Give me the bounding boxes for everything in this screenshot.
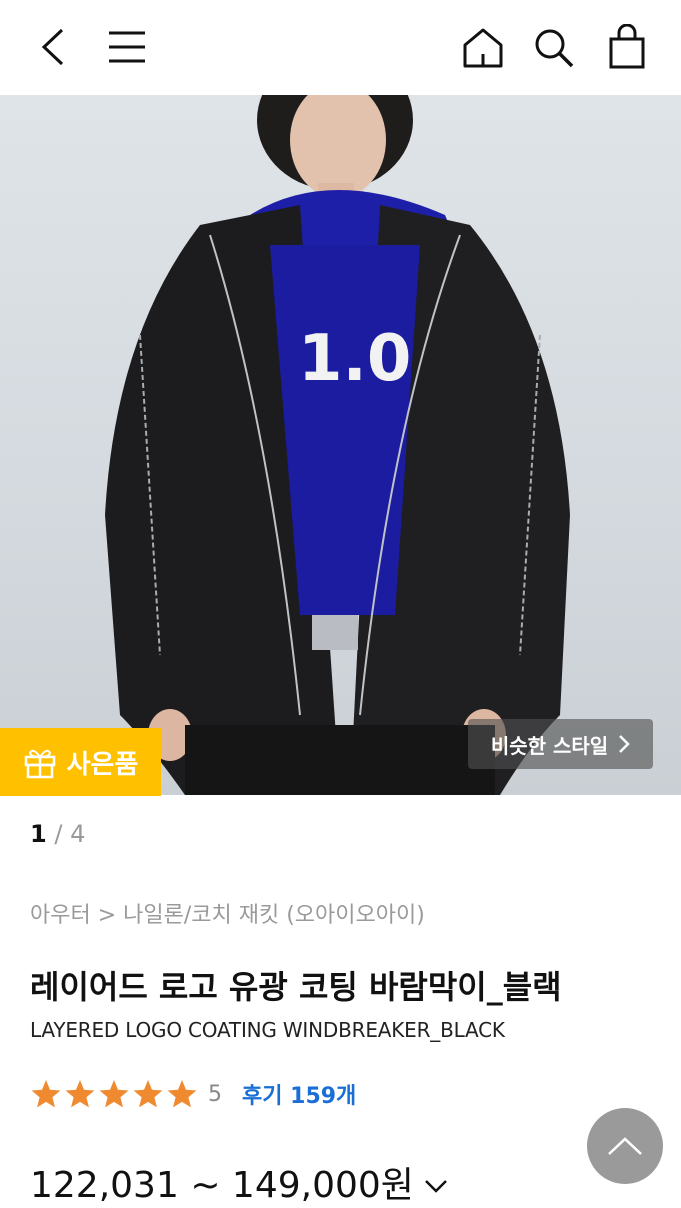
gift-icon <box>24 749 55 779</box>
pager-separator: / <box>54 820 63 848</box>
price-range-toggle[interactable]: 122,031 ~ 149,000원 <box>30 1156 448 1208</box>
product-title-korean: 레이어드 로고 유광 코팅 바람막이_블랙 <box>30 968 562 1006</box>
top-navigation-bar <box>0 0 681 95</box>
star-icon <box>133 1080 163 1108</box>
product-title-english: LAYERED LOGO COATING WINDBREAKER_BLACK <box>30 1018 505 1042</box>
gift-badge[interactable]: 사은품 <box>0 728 161 796</box>
chevron-up-icon <box>608 1137 642 1155</box>
back-icon[interactable] <box>38 27 68 67</box>
price-range: 122,031 ~ 149,000원 <box>30 1165 414 1206</box>
rating-row: 5 후기 159개 <box>30 1076 356 1112</box>
category-breadcrumb[interactable]: 아우터 > 나일론/코치 재킷 (오아이오아이) <box>30 897 425 929</box>
star-icon <box>31 1080 61 1108</box>
chevron-down-icon <box>425 1180 447 1193</box>
chevron-right-icon <box>619 735 630 753</box>
similar-style-label: 비슷한 스타일 <box>490 733 609 758</box>
product-photo-illustration: 1.0 <box>105 95 570 795</box>
menu-icon[interactable] <box>107 30 147 64</box>
rating-value: 5 <box>208 1081 222 1107</box>
star-rating <box>30 1078 198 1110</box>
cart-icon[interactable] <box>608 24 646 70</box>
svg-text:1.0: 1.0 <box>298 322 411 396</box>
image-pager: 1 / 4 <box>30 820 85 848</box>
star-icon <box>99 1080 129 1108</box>
scroll-to-top-button[interactable] <box>587 1108 663 1184</box>
review-count-link[interactable]: 후기 159개 <box>242 1078 356 1110</box>
search-icon[interactable] <box>533 27 575 69</box>
star-icon <box>65 1080 95 1108</box>
similar-style-button[interactable]: 비슷한 스타일 <box>468 719 653 769</box>
pager-current: 1 <box>30 820 47 848</box>
star-icon <box>167 1080 197 1108</box>
product-image[interactable]: 1.0 <box>0 95 681 795</box>
pager-total: 4 <box>70 820 86 848</box>
home-icon[interactable] <box>462 27 504 69</box>
gift-label: 사은품 <box>66 749 139 780</box>
